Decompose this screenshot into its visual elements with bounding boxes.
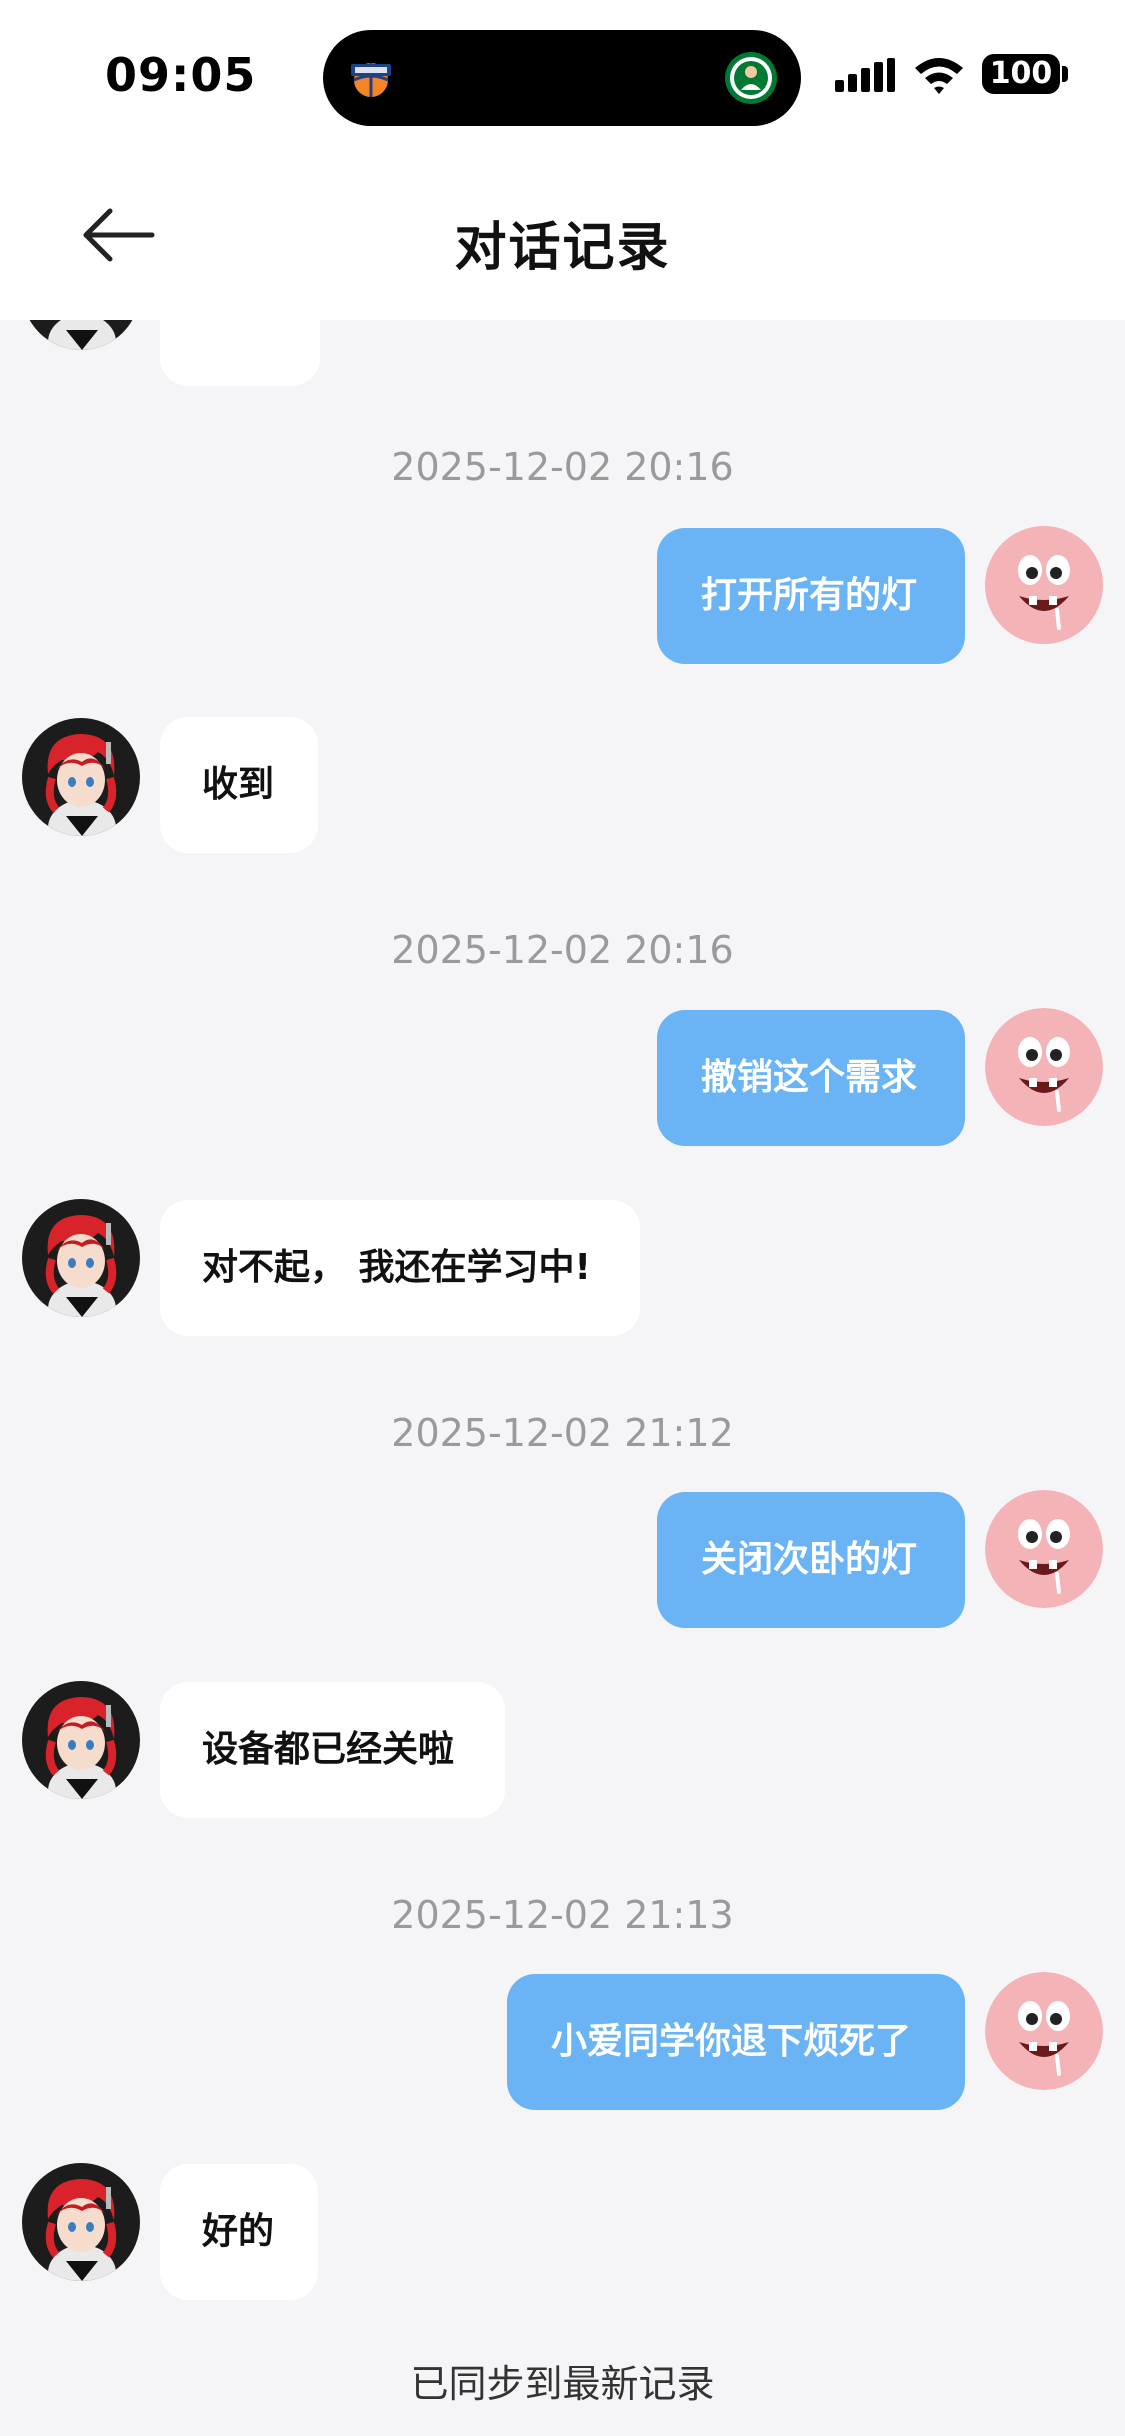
- bot-avatar[interactable]: [22, 2163, 140, 2281]
- bot-avatar[interactable]: [22, 718, 140, 836]
- knicks-logo-icon: [343, 50, 399, 106]
- nav-bar: 对话记录: [0, 150, 1125, 320]
- bot-message[interactable]: 好的: [160, 2164, 318, 2300]
- battery-icon: 100: [982, 54, 1060, 94]
- user-message[interactable]: 撤销这个需求: [657, 1010, 965, 1146]
- cellular-signal-icon: [835, 58, 895, 98]
- sync-status: 已同步到最新记录: [410, 2362, 715, 2406]
- user-avatar[interactable]: [985, 1008, 1103, 1126]
- bot-avatar[interactable]: [22, 1681, 140, 1799]
- battery-tip: [1062, 66, 1068, 82]
- bot-message[interactable]: 收到: [160, 717, 318, 853]
- user-avatar[interactable]: [985, 526, 1103, 644]
- bot-avatar-partial: [22, 320, 140, 350]
- bot-avatar[interactable]: [22, 1199, 140, 1317]
- user-message[interactable]: 打开所有的灯: [657, 528, 965, 664]
- status-time: 09:05: [105, 48, 257, 102]
- chat-area[interactable]: 2025-12-02 20:16 打开所有的灯 收到 2025-12-02 20…: [0, 320, 1125, 2436]
- message-timestamp: 2025-12-02 20:16: [391, 928, 734, 972]
- bot-message[interactable]: 对不起， 我还在学习中!: [160, 1200, 640, 1336]
- bot-message[interactable]: 设备都已经关啦: [160, 1682, 505, 1818]
- user-message[interactable]: 小爱同学你退下烦死了: [507, 1974, 965, 2110]
- wifi-icon: [912, 54, 966, 100]
- user-avatar[interactable]: [985, 1490, 1103, 1608]
- dynamic-island: [323, 30, 801, 126]
- page-title: 对话记录: [454, 218, 671, 278]
- message-timestamp: 2025-12-02 21:12: [391, 1411, 734, 1455]
- message-timestamp: 2025-12-02 20:16: [391, 445, 734, 489]
- bot-message-partial: [160, 320, 320, 386]
- celtics-logo-icon: [723, 50, 779, 106]
- user-avatar[interactable]: [985, 1972, 1103, 2090]
- user-message[interactable]: 关闭次卧的灯: [657, 1492, 965, 1628]
- status-bar: 09:05 100: [0, 0, 1125, 150]
- message-timestamp: 2025-12-02 21:13: [391, 1893, 734, 1937]
